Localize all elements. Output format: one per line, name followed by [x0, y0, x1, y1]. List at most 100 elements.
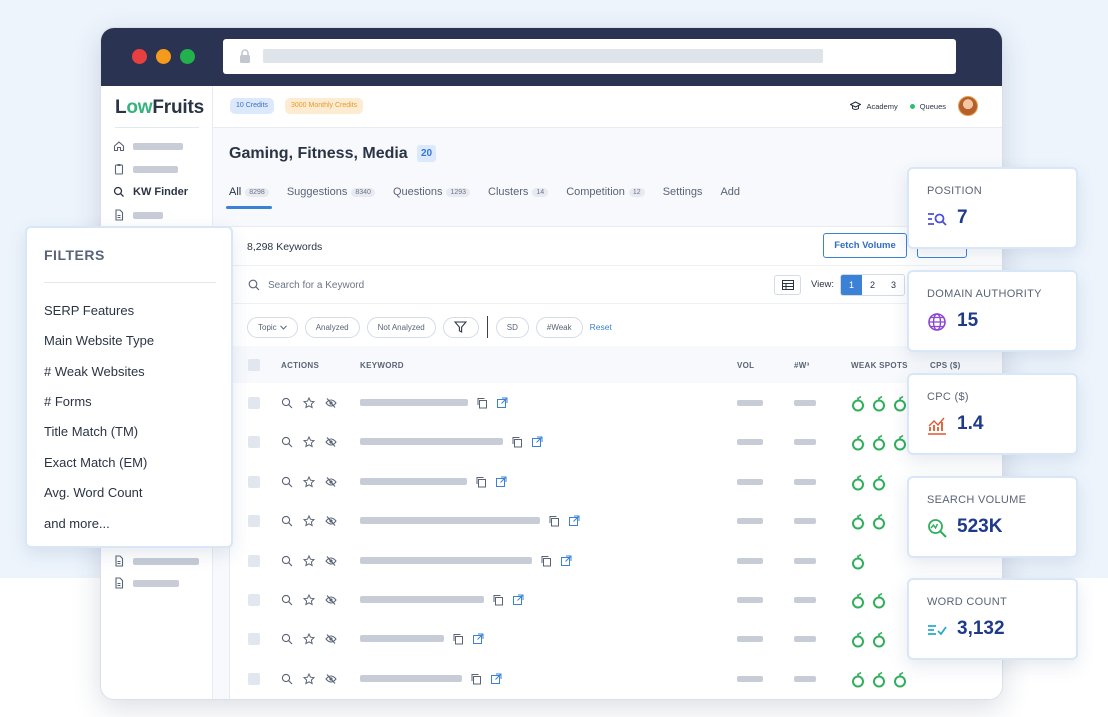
select-all-checkbox[interactable]	[248, 359, 260, 371]
fetch-volume-button[interactable]: Fetch Volume	[823, 233, 907, 258]
filter-avg-word-count[interactable]: Avg. Word Count	[44, 485, 143, 500]
table-row[interactable]	[230, 501, 1002, 540]
row-checkbox[interactable]	[248, 672, 260, 685]
eye-off-icon[interactable]	[325, 633, 337, 645]
search-icon[interactable]	[281, 436, 293, 448]
external-link-icon[interactable]	[568, 515, 580, 527]
row-checkbox[interactable]	[248, 594, 260, 606]
external-link-icon[interactable]	[495, 476, 507, 488]
copy-icon[interactable]	[540, 555, 552, 567]
star-icon[interactable]	[303, 672, 315, 685]
copy-icon[interactable]	[511, 436, 523, 448]
search-icon[interactable]	[281, 633, 293, 645]
address-bar[interactable]	[223, 39, 956, 74]
col-keyword[interactable]: KEYWORD	[360, 361, 404, 370]
row-checkbox[interactable]	[248, 515, 260, 528]
tab-settings[interactable]: Settings	[663, 182, 703, 202]
maximize-dot-icon[interactable]	[180, 49, 195, 64]
eye-off-icon[interactable]	[325, 436, 337, 448]
star-icon[interactable]	[303, 397, 315, 409]
close-dot-icon[interactable]	[132, 49, 147, 64]
avatar[interactable]	[958, 96, 978, 116]
sidebar-item-clipboard[interactable]	[113, 160, 178, 178]
tab-competition[interactable]: Competition 12	[566, 182, 645, 202]
external-link-icon[interactable]	[512, 594, 524, 606]
eye-off-icon[interactable]	[325, 594, 337, 606]
monthly-credits-badge[interactable]: 3000 Monthly Credits	[285, 98, 364, 114]
copy-icon[interactable]	[470, 673, 482, 685]
star-icon[interactable]	[303, 515, 315, 527]
table-view-button[interactable]	[774, 275, 801, 295]
col-cps[interactable]: CPS ($)	[930, 361, 961, 370]
filter-serp-features[interactable]: SERP Features	[44, 303, 134, 318]
eye-off-icon[interactable]	[325, 476, 337, 488]
row-checkbox[interactable]	[248, 475, 260, 488]
eye-off-icon[interactable]	[325, 555, 337, 567]
col-vol[interactable]: VOL	[737, 361, 754, 370]
eye-off-icon[interactable]	[325, 397, 337, 409]
filter-exact-match[interactable]: Exact Match (EM)	[44, 455, 147, 470]
lowfruits-logo[interactable]: LowFruits	[115, 97, 204, 119]
keyword-search-input[interactable]	[268, 276, 568, 294]
eye-off-icon[interactable]	[325, 515, 337, 527]
copy-icon[interactable]	[548, 515, 560, 527]
view-page-1[interactable]: 1	[841, 275, 862, 295]
row-checkbox[interactable]	[248, 633, 260, 646]
tab-questions[interactable]: Questions 1293	[393, 182, 471, 202]
filter-more-link[interactable]: and more...	[44, 516, 110, 531]
sidebar-item-document-2[interactable]	[113, 552, 199, 570]
row-checkbox[interactable]	[248, 436, 260, 449]
table-row[interactable]	[230, 619, 1002, 658]
queues-link[interactable]: Queues	[909, 102, 946, 111]
copy-icon[interactable]	[492, 594, 504, 606]
filter-forms[interactable]: # Forms	[44, 394, 92, 409]
sd-chip[interactable]: SD	[495, 316, 529, 338]
filter-title-match[interactable]: Title Match (TM)	[44, 424, 138, 439]
search-icon[interactable]	[281, 476, 293, 488]
minimize-dot-icon[interactable]	[156, 49, 171, 64]
search-icon[interactable]	[281, 673, 293, 685]
copy-icon[interactable]	[452, 633, 464, 645]
filter-main-website-type[interactable]: Main Website Type	[44, 333, 154, 348]
star-icon[interactable]	[303, 554, 315, 567]
analyzed-chip[interactable]: Analyzed	[304, 316, 360, 338]
reset-link[interactable]: Reset	[590, 322, 612, 332]
table-row[interactable]	[230, 580, 1002, 619]
table-row[interactable]	[230, 541, 1002, 580]
star-icon[interactable]	[303, 633, 315, 645]
table-row[interactable]	[230, 422, 1002, 461]
academy-link[interactable]: Academy	[850, 101, 898, 111]
search-icon[interactable]	[281, 555, 293, 567]
search-icon[interactable]	[281, 515, 293, 527]
external-link-icon[interactable]	[490, 673, 502, 685]
tab-add[interactable]: Add	[720, 182, 740, 202]
sidebar-item-document[interactable]	[113, 206, 163, 224]
col-weak-websites[interactable]: #W³	[794, 361, 810, 370]
table-row[interactable]	[230, 659, 1002, 698]
copy-icon[interactable]	[476, 397, 488, 409]
star-icon[interactable]	[303, 436, 315, 448]
star-icon[interactable]	[303, 475, 315, 488]
search-icon[interactable]	[281, 594, 293, 606]
external-link-icon[interactable]	[560, 555, 572, 567]
not-analyzed-chip[interactable]: Not Analyzed	[366, 316, 436, 338]
search-icon[interactable]	[281, 397, 293, 409]
tab-suggestions[interactable]: Suggestions 8340	[287, 182, 375, 202]
external-link-icon[interactable]	[531, 436, 543, 448]
copy-icon[interactable]	[475, 476, 487, 488]
filter-weak-websites[interactable]: # Weak Websites	[44, 364, 145, 379]
tab-clusters[interactable]: Clusters 14	[488, 182, 549, 202]
external-link-icon[interactable]	[496, 397, 508, 409]
star-icon[interactable]	[303, 594, 315, 606]
external-link-icon[interactable]	[472, 633, 484, 645]
col-weak-spots[interactable]: WEAK SPOTS	[851, 361, 908, 370]
row-checkbox[interactable]	[248, 397, 260, 409]
view-page-3[interactable]: 3	[883, 275, 904, 295]
sidebar-item-document-3[interactable]	[113, 574, 179, 592]
eye-off-icon[interactable]	[325, 673, 337, 685]
tab-all[interactable]: All 8298	[226, 182, 272, 209]
row-checkbox[interactable]	[248, 554, 260, 567]
sidebar-item-kw-finder[interactable]: KW Finder	[113, 183, 188, 201]
weak-chip[interactable]: #Weak	[535, 316, 583, 338]
filter-button[interactable]	[442, 316, 479, 338]
